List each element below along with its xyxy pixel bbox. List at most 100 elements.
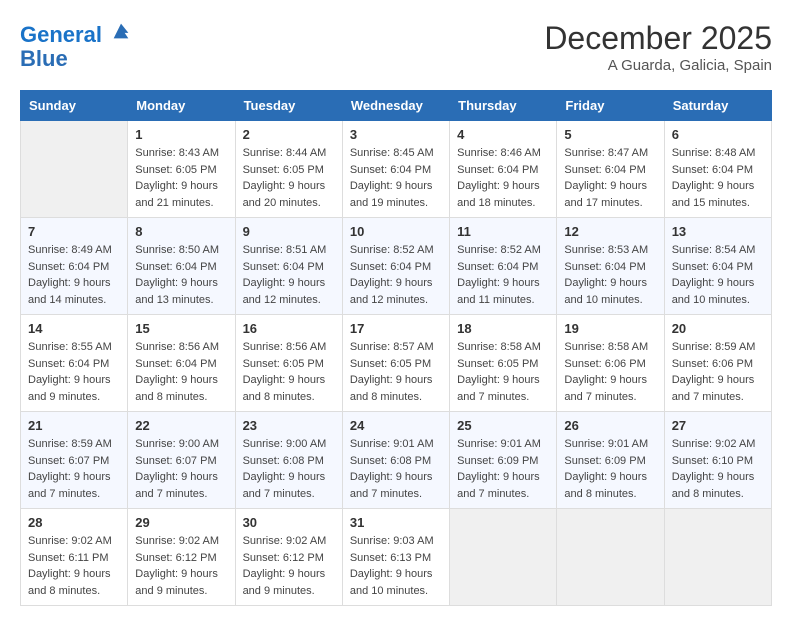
day-number: 18 xyxy=(457,321,549,336)
weekday-header-thursday: Thursday xyxy=(450,91,557,121)
logo: General Blue xyxy=(20,20,132,71)
calendar-cell: 26 Sunrise: 9:01 AMSunset: 6:09 PMDayligh… xyxy=(557,412,664,509)
logo-blue: Blue xyxy=(20,47,132,71)
day-info: Sunrise: 8:56 AMSunset: 6:05 PMDaylight:… xyxy=(243,339,335,405)
calendar-cell: 18 Sunrise: 8:58 AMSunset: 6:05 PMDayligh… xyxy=(450,315,557,412)
calendar-cell: 10 Sunrise: 8:52 AMSunset: 6:04 PMDayligh… xyxy=(342,218,449,315)
logo-general: General xyxy=(20,22,102,47)
day-number: 22 xyxy=(135,418,227,433)
day-info: Sunrise: 8:51 AMSunset: 6:04 PMDaylight:… xyxy=(243,242,335,308)
day-number: 21 xyxy=(28,418,120,433)
calendar-cell: 13 Sunrise: 8:54 AMSunset: 6:04 PMDayligh… xyxy=(664,218,771,315)
day-number: 5 xyxy=(564,127,656,142)
weekday-header-wednesday: Wednesday xyxy=(342,91,449,121)
day-number: 31 xyxy=(350,515,442,530)
day-info: Sunrise: 8:52 AMSunset: 6:04 PMDaylight:… xyxy=(350,242,442,308)
calendar-cell xyxy=(557,509,664,606)
day-number: 12 xyxy=(564,224,656,239)
calendar-week-3: 14 Sunrise: 8:55 AMSunset: 6:04 PMDayligh… xyxy=(21,315,772,412)
title-block: December 2025 A Guarda, Galicia, Spain xyxy=(544,20,772,74)
day-info: Sunrise: 8:52 AMSunset: 6:04 PMDaylight:… xyxy=(457,242,549,308)
calendar-cell: 23 Sunrise: 9:00 AMSunset: 6:08 PMDayligh… xyxy=(235,412,342,509)
calendar-cell: 8 Sunrise: 8:50 AMSunset: 6:04 PMDaylight… xyxy=(128,218,235,315)
day-number: 2 xyxy=(243,127,335,142)
weekday-header-tuesday: Tuesday xyxy=(235,91,342,121)
weekday-header-friday: Friday xyxy=(557,91,664,121)
day-info: Sunrise: 8:46 AMSunset: 6:04 PMDaylight:… xyxy=(457,145,549,211)
day-info: Sunrise: 8:43 AMSunset: 6:05 PMDaylight:… xyxy=(135,145,227,211)
day-number: 28 xyxy=(28,515,120,530)
calendar-cell: 24Sunrise: 9:01 AMSunset: 6:08 PMDayligh… xyxy=(342,412,449,509)
day-number: 8 xyxy=(135,224,227,239)
day-number: 10 xyxy=(350,224,442,239)
calendar-cell: 29Sunrise: 9:02 AMSunset: 6:12 PMDayligh… xyxy=(128,509,235,606)
day-info: Sunrise: 9:03 AMSunset: 6:13 PMDaylight:… xyxy=(350,533,442,599)
day-number: 1 xyxy=(135,127,227,142)
day-number: 23 xyxy=(243,418,335,433)
day-number: 20 xyxy=(672,321,764,336)
day-number: 26 xyxy=(564,418,656,433)
day-info: Sunrise: 8:50 AMSunset: 6:04 PMDaylight:… xyxy=(135,242,227,308)
calendar-cell: 12Sunrise: 8:53 AMSunset: 6:04 PMDayligh… xyxy=(557,218,664,315)
calendar-week-5: 28 Sunrise: 9:02 AMSunset: 6:11 PMDayligh… xyxy=(21,509,772,606)
day-info: Sunrise: 8:54 AMSunset: 6:04 PMDaylight:… xyxy=(672,242,764,308)
weekday-header-monday: Monday xyxy=(128,91,235,121)
weekday-header-saturday: Saturday xyxy=(664,91,771,121)
calendar-cell: 31 Sunrise: 9:03 AMSunset: 6:13 PMDayligh… xyxy=(342,509,449,606)
day-number: 15 xyxy=(135,321,227,336)
day-number: 19 xyxy=(564,321,656,336)
calendar-header: SundayMondayTuesdayWednesdayThursdayFrid… xyxy=(21,91,772,121)
calendar-cell: 22 Sunrise: 9:00 AMSunset: 6:07 PMDayligh… xyxy=(128,412,235,509)
calendar-cell: 30Sunrise: 9:02 AMSunset: 6:12 PMDayligh… xyxy=(235,509,342,606)
calendar-week-1: 1 Sunrise: 8:43 AMSunset: 6:05 PMDaylight… xyxy=(21,121,772,218)
calendar-table: SundayMondayTuesdayWednesdayThursdayFrid… xyxy=(20,90,772,606)
day-info: Sunrise: 9:02 AMSunset: 6:11 PMDaylight:… xyxy=(28,533,120,599)
day-info: Sunrise: 8:49 AMSunset: 6:04 PMDaylight:… xyxy=(28,242,120,308)
calendar-cell xyxy=(450,509,557,606)
calendar-cell: 5 Sunrise: 8:47 AMSunset: 6:04 PMDaylight… xyxy=(557,121,664,218)
calendar-cell: 25 Sunrise: 9:01 AMSunset: 6:09 PMDayligh… xyxy=(450,412,557,509)
calendar-cell: 19 Sunrise: 8:58 AMSunset: 6:06 PMDayligh… xyxy=(557,315,664,412)
day-info: Sunrise: 8:59 AMSunset: 6:06 PMDaylight:… xyxy=(672,339,764,405)
calendar-week-4: 21Sunrise: 8:59 AMSunset: 6:07 PMDayligh… xyxy=(21,412,772,509)
calendar-cell: 6Sunrise: 8:48 AMSunset: 6:04 PMDaylight… xyxy=(664,121,771,218)
calendar-cell: 16 Sunrise: 8:56 AMSunset: 6:05 PMDayligh… xyxy=(235,315,342,412)
day-info: Sunrise: 9:01 AMSunset: 6:09 PMDaylight:… xyxy=(564,436,656,502)
calendar-cell: 21Sunrise: 8:59 AMSunset: 6:07 PMDayligh… xyxy=(21,412,128,509)
day-info: Sunrise: 9:01 AMSunset: 6:09 PMDaylight:… xyxy=(457,436,549,502)
day-number: 3 xyxy=(350,127,442,142)
calendar-cell: 4 Sunrise: 8:46 AMSunset: 6:04 PMDaylight… xyxy=(450,121,557,218)
day-info: Sunrise: 9:00 AMSunset: 6:07 PMDaylight:… xyxy=(135,436,227,502)
calendar-cell: 15 Sunrise: 8:56 AMSunset: 6:04 PMDayligh… xyxy=(128,315,235,412)
day-number: 27 xyxy=(672,418,764,433)
weekday-header-row: SundayMondayTuesdayWednesdayThursdayFrid… xyxy=(21,91,772,121)
month-title: December 2025 xyxy=(544,20,772,57)
day-info: Sunrise: 8:58 AMSunset: 6:06 PMDaylight:… xyxy=(564,339,656,405)
calendar-week-2: 7Sunrise: 8:49 AMSunset: 6:04 PMDaylight… xyxy=(21,218,772,315)
location: A Guarda, Galicia, Spain xyxy=(544,57,772,74)
calendar-cell: 27Sunrise: 9:02 AMSunset: 6:10 PMDayligh… xyxy=(664,412,771,509)
day-number: 4 xyxy=(457,127,549,142)
day-number: 13 xyxy=(672,224,764,239)
day-number: 25 xyxy=(457,418,549,433)
day-number: 24 xyxy=(350,418,442,433)
calendar-cell xyxy=(21,121,128,218)
page-header: General Blue December 2025 A Guarda, Gal… xyxy=(20,20,772,74)
day-number: 14 xyxy=(28,321,120,336)
day-number: 16 xyxy=(243,321,335,336)
day-info: Sunrise: 9:00 AMSunset: 6:08 PMDaylight:… xyxy=(243,436,335,502)
weekday-header-sunday: Sunday xyxy=(21,91,128,121)
calendar-cell xyxy=(664,509,771,606)
calendar-cell: 17 Sunrise: 8:57 AMSunset: 6:05 PMDayligh… xyxy=(342,315,449,412)
day-info: Sunrise: 8:55 AMSunset: 6:04 PMDaylight:… xyxy=(28,339,120,405)
day-info: Sunrise: 8:47 AMSunset: 6:04 PMDaylight:… xyxy=(564,145,656,211)
day-number: 17 xyxy=(350,321,442,336)
calendar-cell: 9Sunrise: 8:51 AMSunset: 6:04 PMDaylight… xyxy=(235,218,342,315)
day-number: 30 xyxy=(243,515,335,530)
calendar-cell: 11Sunrise: 8:52 AMSunset: 6:04 PMDayligh… xyxy=(450,218,557,315)
day-number: 29 xyxy=(135,515,227,530)
day-info: Sunrise: 8:57 AMSunset: 6:05 PMDaylight:… xyxy=(350,339,442,405)
day-info: Sunrise: 8:58 AMSunset: 6:05 PMDaylight:… xyxy=(457,339,549,405)
day-info: Sunrise: 8:56 AMSunset: 6:04 PMDaylight:… xyxy=(135,339,227,405)
calendar-cell: 3Sunrise: 8:45 AMSunset: 6:04 PMDaylight… xyxy=(342,121,449,218)
